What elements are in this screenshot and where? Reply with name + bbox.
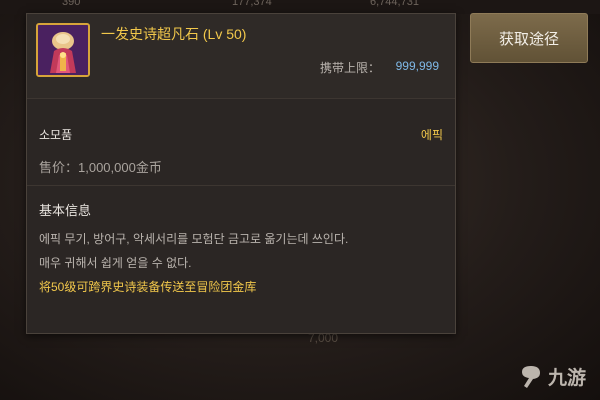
basic-info-heading: 基本信息 (39, 203, 92, 218)
description-line: 에픽 무기, 방어구, 악세서리를 모험단 금고로 옮기는데 쓰인다. (39, 232, 349, 246)
background-number: 177,374 (232, 0, 272, 8)
watermark-logo-icon (521, 365, 540, 388)
background-currency-bar: 390 177,374 6,744,731 (0, 0, 600, 14)
item-rarity: 에픽 (420, 128, 443, 142)
carry-limit-label: 携带上限： (319, 61, 380, 75)
item-price: 售价：1,000,000金币 (39, 160, 162, 175)
item-tooltip-panel: 一发史诗超凡石 (Lv 50) 携带上限： 999,999 소모품 에픽 售价：… (26, 13, 456, 334)
watermark-text: 九游 (547, 368, 586, 389)
item-name: 一发史诗超凡石 (Lv 50) (101, 26, 247, 42)
site-watermark: 九游 (518, 363, 586, 390)
item-category: 소모품 (39, 128, 73, 142)
description-highlight: 将50级可跨界史诗装备传送至冒险团金库 (39, 280, 257, 294)
background-number: 390 (62, 0, 81, 8)
description-line: 매우 귀해서 쉽게 얻을 수 없다. (39, 256, 192, 270)
carry-limit-value: 999,999 (395, 59, 439, 73)
item-header: 一发史诗超凡石 (Lv 50) 携带上限： 999,999 (27, 14, 455, 99)
epic-stone-icon (36, 23, 90, 77)
section-divider (27, 185, 455, 186)
background-number: 6,744,731 (370, 0, 419, 8)
acquire-method-button[interactable]: 获取途径 (470, 13, 588, 63)
